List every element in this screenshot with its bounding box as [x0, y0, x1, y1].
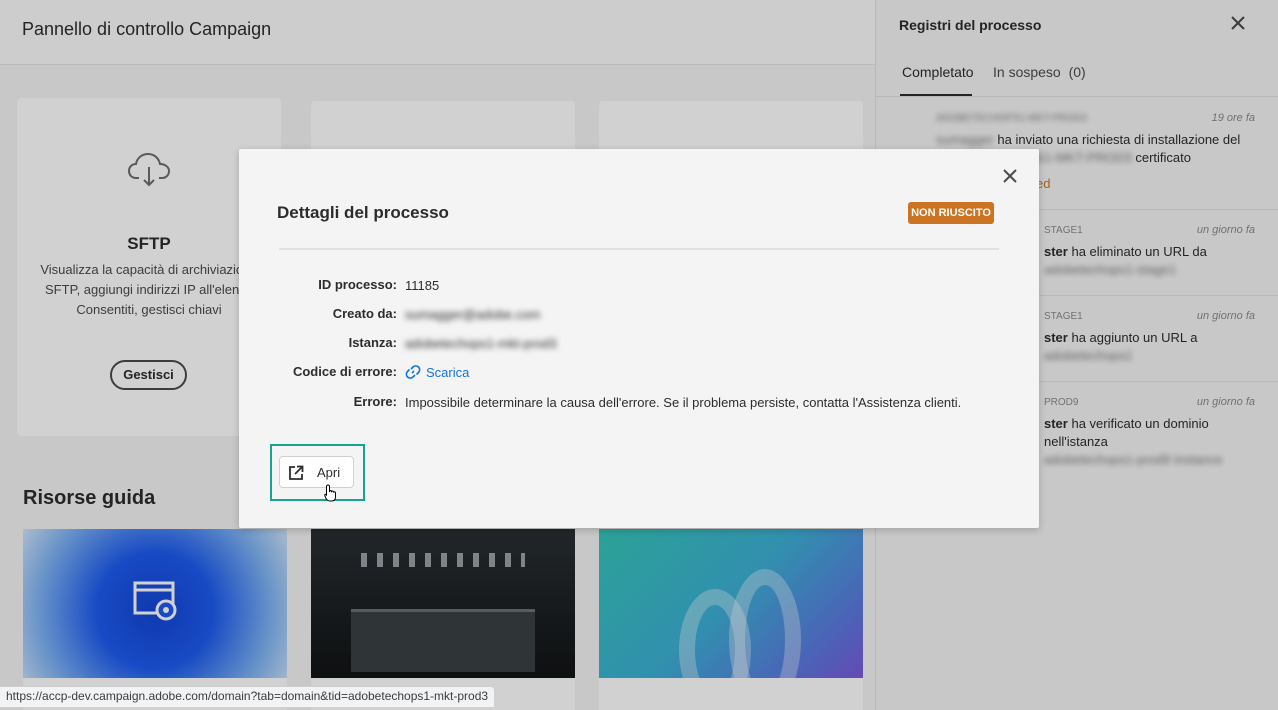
- error-label: Errore:: [353, 394, 397, 409]
- process-details-dialog: Dettagli del processo NON RIUSCITO ID pr…: [239, 149, 1039, 528]
- created-by-value: sumagger@adobe.com: [405, 307, 541, 322]
- open-external-icon: [289, 465, 304, 480]
- error-message: Impossibile determinare la causa dell'er…: [405, 395, 962, 410]
- hand-cursor-icon: [324, 484, 336, 502]
- dialog-title: Dettagli del processo: [277, 203, 449, 222]
- open-button-label: Apri: [317, 465, 341, 480]
- close-icon[interactable]: [1003, 169, 1017, 183]
- instance-value: adobetechops1-mkt-prod3: [405, 336, 557, 351]
- instance-label: Istanza:: [348, 335, 397, 350]
- created-by-label: Creato da:: [332, 306, 397, 321]
- process-id-label: ID processo:: [318, 277, 397, 292]
- open-button[interactable]: Apri: [279, 456, 354, 488]
- download-error-link[interactable]: Scarica: [426, 365, 469, 380]
- error-code-label: Codice di errore:: [292, 364, 397, 379]
- status-badge: NON RIUSCITO: [908, 202, 994, 224]
- status-url-bar: https://accp-dev.campaign.adobe.com/doma…: [0, 686, 496, 708]
- divider: [279, 248, 999, 250]
- link-icon[interactable]: [405, 364, 421, 380]
- process-id-value: 11185: [405, 278, 440, 293]
